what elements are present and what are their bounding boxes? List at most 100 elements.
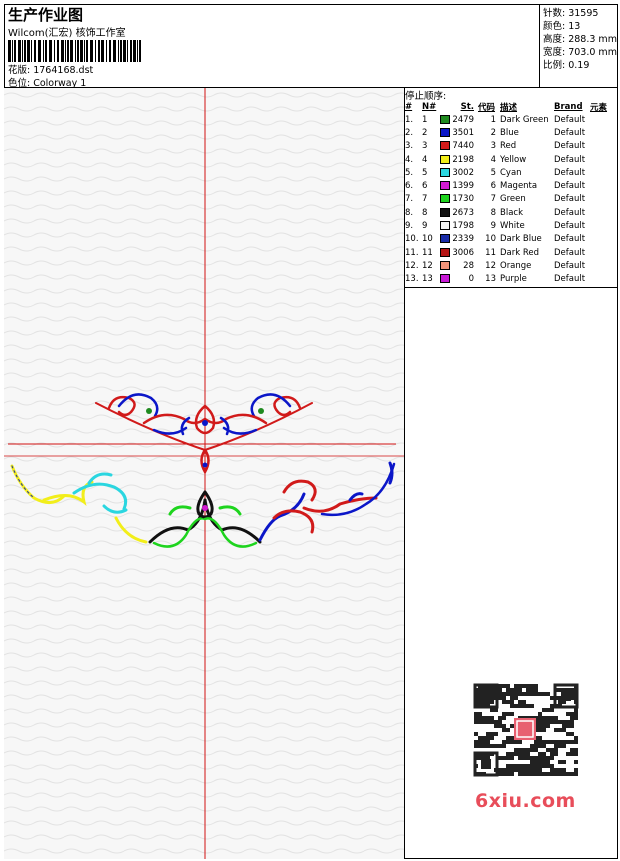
colorway: 色位: Colorway 1 — [8, 78, 87, 89]
table-row: 6. 6 1399 6 Magenta Default — [405, 179, 614, 192]
design-preview — [4, 88, 405, 859]
row-element — [590, 166, 614, 179]
color-swatch — [440, 206, 452, 219]
row-description: Red — [500, 141, 517, 152]
row-needle: 8 — [422, 207, 428, 218]
row-code: 7 — [490, 194, 496, 205]
table-row: 8. 8 2673 8 Black Default — [405, 206, 614, 219]
row-needle: 6 — [422, 181, 428, 192]
thread-color-swatch — [440, 127, 450, 137]
row-brand: Default — [554, 181, 586, 192]
row-stitches: 2673 — [452, 207, 474, 218]
thread-color-swatch — [440, 274, 450, 284]
color-swatch — [440, 140, 452, 153]
row-brand: Default — [554, 127, 586, 138]
table-row: 9. 9 1798 9 White Default — [405, 219, 614, 232]
table-row: 11. 11 3006 11 Dark Red Default — [405, 246, 614, 259]
row-code: 3 — [490, 141, 496, 152]
row-brand: Default — [554, 247, 586, 258]
stats-panel: 针数: 31595 颜色: 13 高度: 288.3 mm 宽度: 703.0 … — [540, 4, 618, 88]
thread-color-swatch — [440, 247, 450, 257]
row-stitches: 3002 — [452, 167, 474, 178]
row-description: Yellow — [500, 154, 527, 165]
row-element — [590, 246, 614, 259]
row-stitches: 0 — [468, 274, 474, 285]
table-row: 7. 7 1730 7 Green Default — [405, 193, 614, 206]
row-description: Dark Red — [500, 247, 540, 258]
row-code: 13 — [485, 274, 496, 285]
stop-sequence-panel: 停止顺序: # N# St. 代码 描述 Brand 元素 1. 1 2479 1 Da… — [405, 88, 618, 288]
row-index: 6. — [405, 181, 414, 192]
row-needle: 5 — [422, 167, 428, 178]
row-needle: 1 — [422, 114, 428, 125]
thread-color-swatch — [440, 154, 450, 164]
row-needle: 7 — [422, 194, 428, 205]
row-brand: Default — [554, 167, 586, 178]
row-description: Dark Green — [500, 114, 549, 125]
color-swatch — [440, 113, 452, 126]
thread-color-swatch — [440, 114, 450, 124]
thread-color-swatch — [440, 207, 450, 217]
qr-code — [470, 680, 582, 780]
thread-color-swatch — [440, 167, 450, 177]
design-height: 高度: 288.3 mm — [543, 34, 617, 45]
row-code: 11 — [485, 247, 496, 258]
row-brand: Default — [554, 207, 586, 218]
row-code: 5 — [490, 167, 496, 178]
row-stitches: 2198 — [452, 154, 474, 165]
header-panel: 生产作业图 Wilcom(汇宏) 核饰工作室 花版: 1764168.dst 色… — [4, 4, 540, 89]
design-scale: 比例: 0.19 — [543, 60, 590, 71]
col-brand-header: Brand — [554, 101, 583, 112]
row-description: Black — [500, 207, 523, 218]
col-index-header: # — [405, 101, 413, 112]
row-stitches: 1798 — [452, 221, 474, 232]
row-element — [590, 206, 614, 219]
row-element — [590, 233, 614, 246]
row-description: Purple — [500, 274, 527, 285]
row-description: Magenta — [500, 181, 538, 192]
row-index: 7. — [405, 194, 414, 205]
row-element — [590, 140, 614, 153]
row-stitches: 28 — [463, 260, 474, 271]
row-description: Blue — [500, 127, 519, 138]
row-code: 12 — [485, 260, 496, 271]
row-element — [590, 153, 614, 166]
row-brand: Default — [554, 221, 586, 232]
row-needle: 11 — [422, 247, 433, 258]
color-swatch — [440, 273, 452, 286]
barcode — [8, 40, 141, 62]
table-row: 10. 10 2339 10 Dark Blue Default — [405, 233, 614, 246]
thread-color-swatch — [440, 221, 450, 231]
row-index: 2. — [405, 127, 414, 138]
col-needle-header: N# — [422, 101, 437, 112]
row-needle: 9 — [422, 221, 428, 232]
row-index: 8. — [405, 207, 414, 218]
row-index: 5. — [405, 167, 414, 178]
row-brand: Default — [554, 194, 586, 205]
row-code: 1 — [490, 114, 496, 125]
row-brand: Default — [554, 141, 586, 152]
color-swatch — [440, 126, 452, 139]
row-index: 13. — [405, 274, 419, 285]
row-description: Dark Blue — [500, 234, 542, 245]
col-code-header: 代码 — [478, 102, 496, 113]
row-code: 8 — [490, 207, 496, 218]
row-index: 12. — [405, 260, 419, 271]
row-element — [590, 219, 614, 232]
row-code: 4 — [490, 154, 496, 165]
table-row: 3. 3 7440 3 Red Default — [405, 140, 614, 153]
color-swatch — [440, 153, 452, 166]
row-needle: 10 — [422, 234, 433, 245]
row-stitches: 1399 — [452, 181, 474, 192]
row-description: Green — [500, 194, 526, 205]
thread-color-swatch — [440, 181, 450, 191]
row-element — [590, 259, 614, 272]
design-svg — [4, 88, 404, 859]
row-needle: 13 — [422, 274, 433, 285]
stitch-count: 针数: 31595 — [543, 8, 599, 19]
col-stitches-header: St. — [460, 101, 474, 112]
row-stitches: 3006 — [452, 247, 474, 258]
row-needle: 3 — [422, 141, 428, 152]
table-row: 4. 4 2198 4 Yellow Default — [405, 153, 614, 166]
thread-color-swatch — [440, 194, 450, 204]
